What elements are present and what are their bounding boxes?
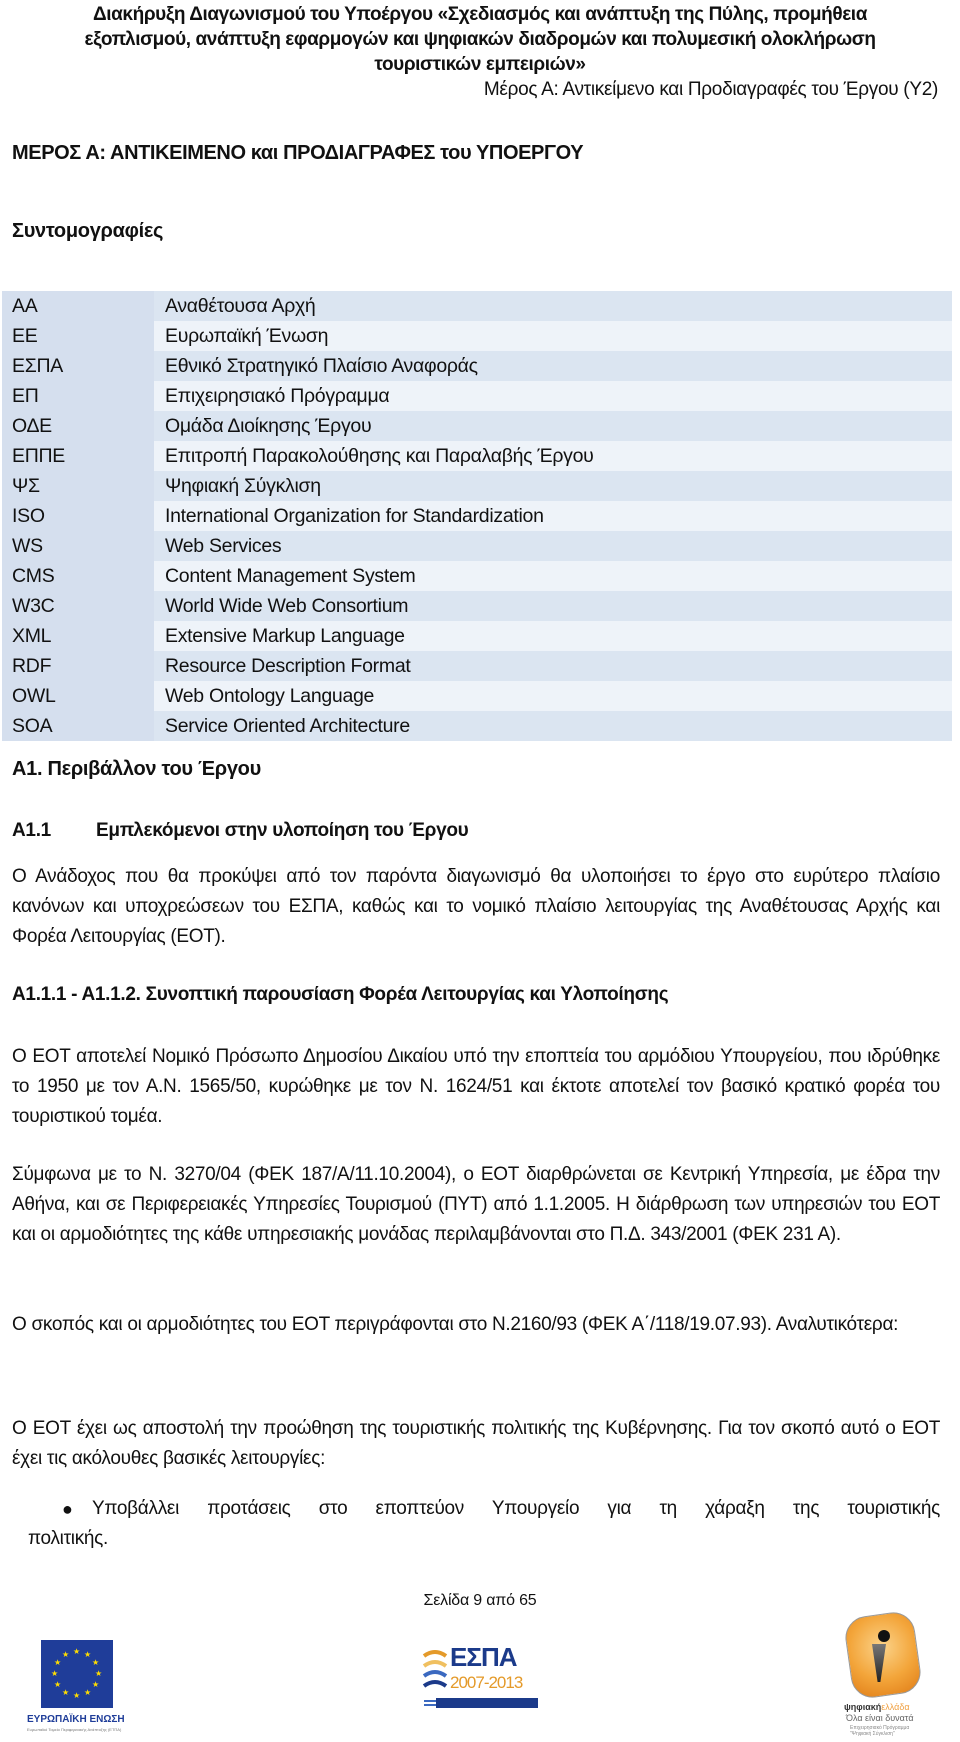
abbreviations-table: ΑΑ Αναθέτουσα Αρχή ΕΕ Ευρωπαϊκή Ένωση ΕΣΠΑ Εθ…: [2, 291, 952, 741]
eu-star-icon: ★: [92, 1658, 100, 1667]
abbreviation-key: OWL: [2, 681, 154, 711]
brand-part-b: ελλάδα: [881, 1702, 910, 1712]
abbreviation-key: RDF: [2, 651, 154, 681]
abbreviation-row: OWL Web Ontology Language: [2, 681, 952, 711]
abbreviation-key: ΑΑ: [2, 291, 154, 321]
abbreviation-row: RDF Resource Description Format: [2, 651, 952, 681]
section-a1-1-heading: Α1.1 Εμπλεκόμενοι στην υλοποίηση του Έργο…: [12, 820, 469, 842]
abbreviation-meaning: Επιτροπή Παρακολούθησης και Παραλαβής Έρ…: [154, 441, 952, 471]
eu-logo-label: ΕΥΡΩΠΑΪΚΗ ΕΝΩΣΗ: [27, 1714, 125, 1725]
eu-flag-icon: ★ ★ ★ ★ ★ ★ ★ ★ ★ ★ ★ ★: [41, 1640, 113, 1708]
section-a1-heading: Α1. Περιβάλλον του Έργου: [12, 758, 261, 780]
paragraph: Ο ΕΟΤ αποτελεί Νομικό Πρόσωπο Δημοσίου Δ…: [12, 1046, 940, 1127]
abbreviation-meaning: Web Ontology Language: [154, 681, 952, 711]
bullet-icon: ●: [62, 1499, 73, 1519]
abbreviation-meaning: Εθνικό Στρατηγικό Πλαίσιο Αναφοράς: [154, 351, 952, 381]
abbreviation-meaning: Ψηφιακή Σύγκλιση: [154, 471, 952, 501]
page-number: Σελίδα 9 από 65: [423, 1592, 537, 1609]
espa-logo-label: ΕΣΠΑ: [450, 1642, 517, 1672]
eu-star-icon: ★: [53, 1680, 62, 1689]
abbreviation-meaning: Service Oriented Architecture: [154, 711, 952, 741]
header-title-line: τουριστικών εμπειριών»: [374, 54, 586, 75]
digital-greece-brand: ψηφιακήελλάδα: [844, 1702, 910, 1712]
abbreviation-key: ΕΠΠΕ: [2, 441, 154, 471]
abbreviation-meaning: Web Services: [154, 531, 952, 561]
abbreviation-key: ΨΣ: [2, 471, 154, 501]
section-number: Α1.1: [12, 820, 51, 841]
eu-star-icon: ★: [92, 1680, 100, 1689]
paragraph: Ο Ανάδοχος που θα προκύψει από τον παρόν…: [12, 866, 940, 947]
abbreviation-key: CMS: [2, 561, 154, 591]
eu-star-icon: ★: [53, 1658, 62, 1667]
abbreviation-meaning: Content Management System: [154, 561, 952, 591]
abbreviation-key: WS: [2, 531, 154, 561]
abbreviation-meaning: Επιχειρησιακό Πρόγραμμα: [154, 381, 952, 411]
abbreviation-row: ΕΣΠΑ Εθνικό Στρατηγικό Πλαίσιο Αναφοράς: [2, 351, 952, 381]
eu-logo: ★ ★ ★ ★ ★ ★ ★ ★ ★ ★ ★ ★ ΕΥΡΩΠΑΪΚΗ ΕΝΩΣΗ Ευρωπαϊκό Τ…: [27, 1640, 127, 1732]
part-heading: ΜΕΡΟΣ Α: ΑΝΤΙΚΕΙΜΕΝΟ και ΠΡΟΔΙΑΓΡΑΦΕΣ το…: [12, 142, 584, 164]
espa-bar-icon: [424, 1698, 538, 1708]
abbreviation-meaning: Αναθέτουσα Αρχή: [154, 291, 952, 321]
abbreviation-row: XML Extensive Markup Language: [2, 621, 952, 651]
abbreviation-meaning: International Organization for Standardi…: [154, 501, 952, 531]
abbreviation-key: XML: [2, 621, 154, 651]
abbreviation-row: ΑΑ Αναθέτουσα Αρχή: [2, 291, 952, 321]
abbreviation-meaning: World Wide Web Consortium: [154, 591, 952, 621]
abbreviation-row: ΕΠ Επιχειρησιακό Πρόγραμμα: [2, 381, 952, 411]
eu-star-icon: ★: [84, 1649, 92, 1659]
abbreviation-meaning: Ευρωπαϊκή Ένωση: [154, 321, 952, 351]
section-title: Εμπλεκόμενοι στην υλοποίηση του Έργου: [96, 820, 469, 841]
abbreviation-row: CMS Content Management System: [2, 561, 952, 591]
espa-logo-years: 2007-2013: [450, 1673, 523, 1692]
abbreviation-key: ΕΠ: [2, 381, 154, 411]
abbreviation-row: ΕΠΠΕ Επιτροπή Παρακολούθησης και Παραλαβή…: [2, 441, 952, 471]
bullet-text-line: Υποβάλλει προτάσεις στο εποπτεύον Υπουργ…: [92, 1498, 940, 1519]
eu-logo-caption: Ευρωπαϊκό Ταμείο Περιφερειακής Ανάπτυξης…: [27, 1727, 122, 1732]
header-title-line: εξοπλισμού, ανάπτυξη εφαρμογών και ψηφια…: [84, 29, 876, 50]
digital-greece-logo: ψηφιακήελλάδα Όλα είναι δυνατά Επιχειρησ…: [830, 1609, 940, 1740]
bullet-list-item: ● Υποβάλλει προτάσεις στο εποπτεύον Υπου…: [28, 1494, 940, 1554]
abbreviation-key: SOA: [2, 711, 154, 741]
abbreviation-key: ΕΕ: [2, 321, 154, 351]
section-a1-1-1-heading: Α1.1.1 - Α1.1.2. Συνοπτική παρουσίαση Φο…: [12, 984, 669, 1005]
eu-star-icon: ★: [73, 1691, 81, 1700]
greek-flag-icon: [424, 1698, 436, 1708]
abbreviation-row: ΟΔΕ Ομάδα Διοίκησης Έργου: [2, 411, 952, 441]
document-header-title: Διακήρυξη Διαγωνισμού του Υποέργου «Σχεδ…: [0, 2, 960, 77]
document-header-subtitle: Μέρος Α: Αντικείμενο και Προδιαγραφές το…: [483, 79, 938, 100]
abbreviations-table-body: ΑΑ Αναθέτουσα Αρχή ΕΕ Ευρωπαϊκή Ένωση ΕΣΠΑ Εθ…: [2, 291, 952, 741]
abbreviation-row: W3C World Wide Web Consortium: [2, 591, 952, 621]
digital-greece-slogan: Όλα είναι δυνατά: [846, 1713, 914, 1723]
paragraph: Σύμφωνα με το Ν. 3270/04 (ΦΕΚ 187/Α/11.1…: [12, 1164, 940, 1245]
paragraph: Ο σκοπός και οι αρμοδιότητες του ΕΟΤ περ…: [12, 1314, 899, 1335]
abbreviation-row: ISO International Organization for Standa…: [2, 501, 952, 531]
abbreviation-row: ΨΣ Ψηφιακή Σύγκλιση: [2, 471, 952, 501]
abbreviation-meaning: Extensive Markup Language: [154, 621, 952, 651]
eu-star-icon: ★: [84, 1688, 92, 1698]
espa-logo: ΕΣΠΑ 2007-2013: [422, 1640, 542, 1720]
eu-star-icon: ★: [62, 1688, 70, 1698]
digital-greece-caption: Επιχειρησιακό Πρόγραμμα "Ψηφιακή Σύγκλισ…: [850, 1725, 910, 1737]
figure-head-icon: [878, 1630, 890, 1642]
abbreviation-key: ΕΣΠΑ: [2, 351, 154, 381]
abbreviation-row: SOA Service Oriented Architecture: [2, 711, 952, 741]
abbreviation-meaning: Resource Description Format: [154, 651, 952, 681]
abbreviation-key: ISO: [2, 501, 154, 531]
eu-star-icon: ★: [95, 1669, 103, 1678]
abbreviation-key: ΟΔΕ: [2, 411, 154, 441]
abbreviation-row: WS Web Services: [2, 531, 952, 561]
eu-star-icon: ★: [73, 1647, 81, 1656]
paragraph: Ο ΕΟΤ έχει ως αποστολή την προώθηση της …: [12, 1418, 940, 1469]
header-title-line: Διακήρυξη Διαγωνισμού του Υποέργου «Σχεδ…: [93, 4, 867, 25]
eu-star-icon: ★: [62, 1649, 70, 1659]
abbreviation-meaning: Ομάδα Διοίκησης Έργου: [154, 411, 952, 441]
abbreviation-row: ΕΕ Ευρωπαϊκή Ένωση: [2, 321, 952, 351]
brand-part-a: ψηφιακή: [844, 1702, 882, 1712]
abbreviation-key: W3C: [2, 591, 154, 621]
espa-waves-icon: [422, 1650, 448, 1688]
eu-star-icon: ★: [51, 1669, 59, 1678]
abbreviations-heading: Συντομογραφίες: [12, 220, 164, 242]
bullet-text-line: πολιτικής.: [28, 1528, 108, 1549]
